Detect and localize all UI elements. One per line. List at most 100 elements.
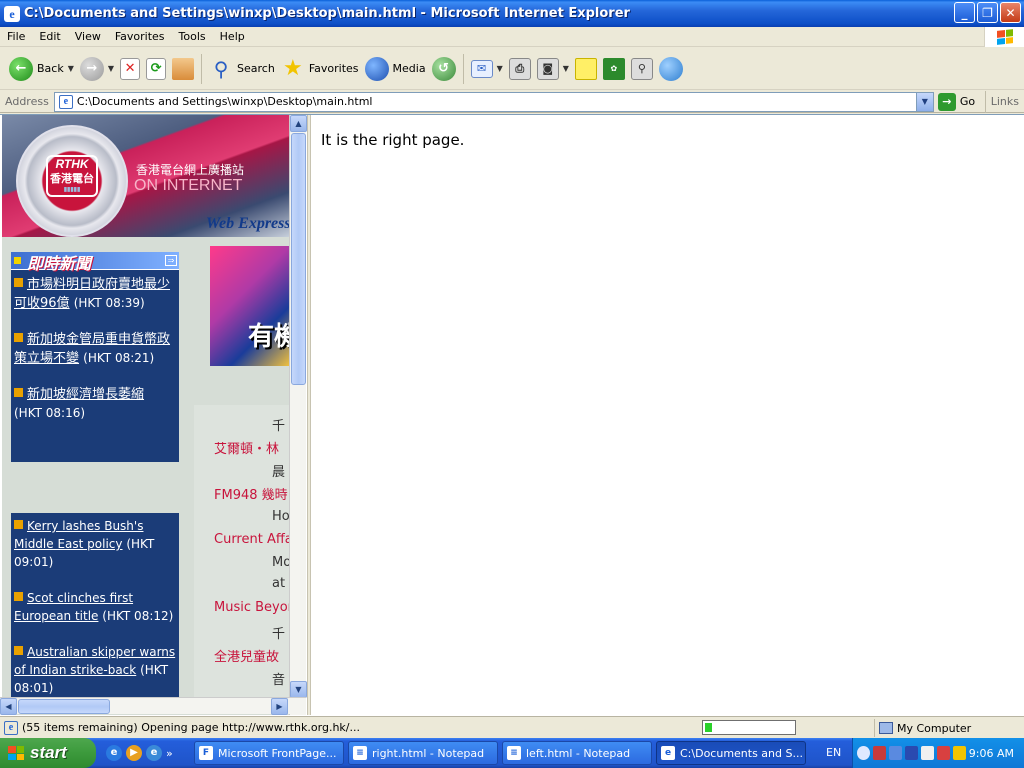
schedule-item: Hon [272, 509, 290, 524]
back-button[interactable]: ← Back ▼ [6, 52, 77, 86]
app-tray-icon[interactable] [936, 746, 950, 760]
ie-quicklaunch-icon[interactable]: e [146, 745, 162, 761]
bullet-icon [14, 592, 23, 601]
monitor-icon[interactable] [888, 746, 902, 760]
taskbar-item-frontpage[interactable]: F Microsoft FrontPage... [194, 741, 344, 765]
scroll-down-icon[interactable]: ▼ [290, 681, 307, 698]
messenger-icon [658, 56, 683, 81]
start-button[interactable]: start [0, 738, 96, 768]
status-text: (55 items remaining) Opening page http:/… [22, 721, 360, 734]
taskbar-item-right-notepad[interactable]: ≡ right.html - Notepad [348, 741, 498, 765]
address-url[interactable]: C:\Documents and Settings\winxp\Desktop\… [77, 95, 373, 108]
computer-icon [879, 722, 893, 734]
address-input[interactable]: e C:\Documents and Settings\winxp\Deskto… [53, 91, 934, 112]
device-icon[interactable] [904, 746, 918, 760]
menu-view[interactable]: View [68, 30, 108, 43]
menu-help[interactable]: Help [213, 30, 252, 43]
close-button[interactable]: ✕ [1000, 2, 1021, 23]
news-link[interactable]: 新加坡經濟增長萎縮 [27, 387, 144, 402]
bullet-icon [14, 333, 23, 342]
schedule-link[interactable]: 艾爾頓・林 [214, 438, 279, 457]
taskbar-item-left-notepad[interactable]: ≡ left.html - Notepad [502, 741, 652, 765]
media-button[interactable]: Media [362, 52, 429, 86]
links-button[interactable]: Links [984, 91, 1024, 113]
schedule-link[interactable]: FM948 幾時 [214, 484, 288, 503]
left-frame-vertical-scrollbar[interactable]: ▲ ▼ [289, 115, 307, 715]
rthk-tagline: 香港電台網上廣播站 [136, 163, 245, 177]
status-bar: e (55 items remaining) Opening page http… [0, 716, 1024, 738]
news-box-title: 即時新聞 ⇒ [11, 252, 179, 273]
scroll-left-icon[interactable]: ◀ [0, 698, 17, 715]
chevron-down-icon[interactable]: ▼ [563, 64, 569, 73]
home-icon [172, 57, 195, 80]
refresh-button[interactable]: ⟳ [143, 52, 169, 86]
search-button[interactable]: ⚲ Search [206, 52, 278, 86]
news-link[interactable]: Kerry lashes Bush's Middle East policy [14, 519, 143, 551]
taskbar-item-ie[interactable]: e C:\Documents and S... [656, 741, 806, 765]
go-button[interactable]: → Go [937, 92, 975, 111]
mail-icon: ✉ [470, 59, 493, 78]
rthk-logo[interactable]: RTHK 香港電台 ▮▮▮▮▮ [46, 155, 98, 197]
quick-launch: e ▶ e » [106, 745, 194, 761]
menu-edit[interactable]: Edit [32, 30, 67, 43]
chevron-down-icon[interactable]: ▼ [68, 64, 74, 73]
research-button[interactable]: ⚲ [628, 52, 656, 86]
chevron-double-icon[interactable]: » [166, 747, 173, 760]
tray-expand-icon[interactable] [857, 746, 870, 760]
clock: 9:06 AM [968, 746, 1014, 760]
on-internet-text: ON INTERNET [134, 177, 243, 194]
menu-file[interactable]: File [0, 30, 32, 43]
media-player-icon[interactable]: ▶ [126, 745, 142, 761]
language-indicator[interactable]: EN [818, 738, 849, 768]
scroll-up-icon[interactable]: ▲ [290, 115, 307, 132]
scroll-right-icon[interactable]: ▶ [271, 698, 288, 715]
schedule-link[interactable]: 全港兒童故 [214, 646, 279, 665]
schedule-link[interactable]: Current Affai [214, 532, 290, 547]
frontpage-icon: F [199, 746, 213, 760]
favorites-label: Favorites [308, 62, 359, 75]
list-item: Kerry lashes Bush's Middle East policy (… [14, 517, 176, 571]
search-label: Search [237, 62, 275, 75]
security-tray-icon[interactable] [952, 746, 966, 760]
icq-pro-button[interactable]: ✿ [600, 52, 628, 86]
promo-banner[interactable]: 有機 [210, 246, 290, 366]
menu-favorites[interactable]: Favorites [108, 30, 172, 43]
left-frame-horizontal-scrollbar[interactable]: ◀ ▶ [0, 697, 306, 715]
window-controls: _ ❐ ✕ [954, 2, 1021, 23]
ie-quicklaunch-icon[interactable]: e [106, 745, 122, 761]
scroll-thumb[interactable] [291, 133, 306, 385]
home-button[interactable] [169, 52, 197, 86]
progress-fill [705, 723, 713, 732]
volume-icon[interactable] [920, 746, 934, 760]
messenger-button[interactable] [656, 52, 686, 86]
toolbar-separator [462, 53, 464, 84]
list-item: 新加坡經濟增長萎縮 (HKT 08:16) [14, 386, 176, 423]
print-button[interactable]: ⎙ [506, 52, 534, 86]
media-icon [364, 56, 389, 81]
mail-button[interactable]: ✉ ▼ [468, 52, 506, 86]
chevron-down-icon[interactable]: ▼ [108, 64, 114, 73]
bullet-icon [14, 278, 23, 287]
history-button[interactable]: ↺ [429, 52, 459, 86]
edit-button[interactable]: ◙ ▼ [534, 52, 572, 86]
forward-button[interactable]: → ▼ [77, 52, 117, 86]
favorites-button[interactable]: ★ Favorites [278, 52, 362, 86]
schedule-item: 音 [272, 673, 286, 688]
back-label: Back [37, 62, 64, 75]
scroll-thumb[interactable] [18, 699, 110, 714]
menu-tools[interactable]: Tools [172, 30, 213, 43]
schedule-link[interactable]: Music Beyond [214, 600, 290, 615]
schedule-item: Mo [272, 555, 290, 570]
stop-button[interactable]: ✕ [117, 52, 143, 86]
frame-divider[interactable] [307, 115, 311, 715]
address-dropdown-icon[interactable]: ▼ [915, 92, 933, 111]
forward-arrow-icon: → [79, 56, 104, 81]
maximize-button[interactable]: ❐ [977, 2, 998, 23]
minimize-button[interactable]: _ [954, 2, 975, 23]
chevron-down-icon[interactable]: ▼ [497, 64, 503, 73]
network-icon[interactable] [872, 746, 886, 760]
more-news-icon[interactable]: ⇒ [165, 255, 177, 266]
content-area: RTHK 香港電台 ▮▮▮▮▮ 香港電台網上廣播站 ON INTERNET We… [0, 114, 1024, 716]
notes-button[interactable] [572, 52, 600, 86]
menu-bar: File Edit View Favorites Tools Help [0, 27, 1024, 47]
